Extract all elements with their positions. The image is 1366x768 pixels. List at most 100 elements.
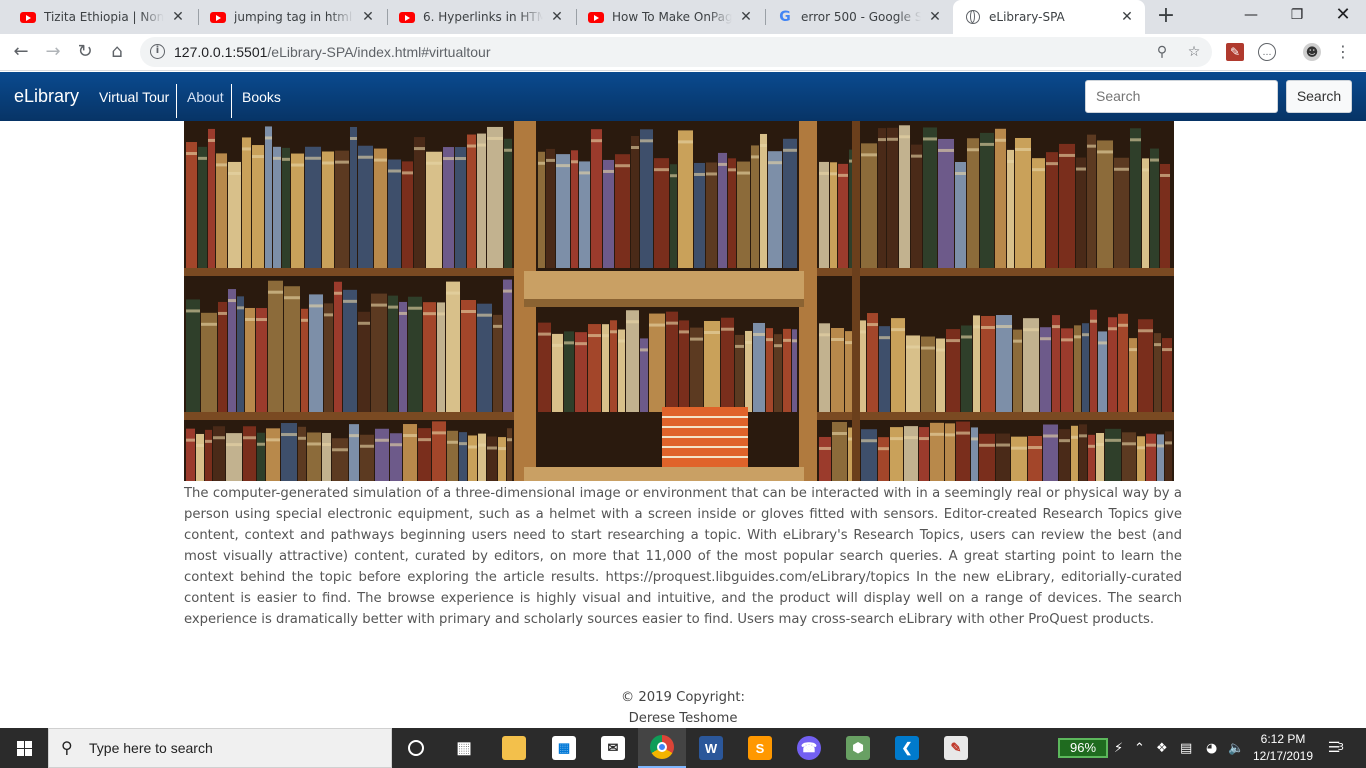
close-icon[interactable]: ✕ — [360, 9, 376, 25]
book-spine-band — [1097, 150, 1113, 154]
start-button[interactable] — [0, 728, 48, 768]
close-icon[interactable]: ✕ — [738, 9, 754, 25]
address-bar[interactable]: i 127.0.0.1:5501/eLibrary-SPA/index.html… — [140, 37, 1212, 67]
back-arrow-icon[interactable]: ← — [8, 39, 34, 65]
taskbar-chrome[interactable] — [638, 728, 686, 768]
taskbar-search-placeholder: Type here to search — [89, 740, 213, 756]
profile-avatar-icon[interactable]: ☻ — [1303, 43, 1321, 61]
book-spine — [718, 152, 727, 268]
book-spine — [388, 159, 401, 268]
tab-tizita[interactable]: Tizita Ethiopia | Non-Stop ✕ — [8, 0, 196, 34]
book-spine — [284, 286, 300, 412]
taskbar-file-explorer[interactable] — [490, 728, 538, 768]
book-spine-band — [955, 171, 966, 175]
book-spine — [266, 428, 280, 481]
reload-icon[interactable]: ↻ — [72, 39, 98, 65]
taskbar-search-box[interactable]: ⚲ Type here to search — [48, 728, 392, 768]
tab-onpage-anchor[interactable]: How To Make OnPage Anchor ✕ — [576, 0, 764, 34]
book-spine — [610, 320, 617, 412]
taskbar-clock[interactable]: 6:12 PM 12/17/2019 — [1248, 731, 1318, 765]
search-button[interactable]: Search — [1286, 80, 1352, 113]
pdf-extension-icon[interactable]: ✎ — [1226, 43, 1244, 61]
book-spine-band — [301, 318, 308, 322]
window-close-button[interactable]: ✕ — [1320, 0, 1366, 30]
book-spine-band — [446, 291, 460, 295]
taskbar-paint[interactable]: ✎ — [932, 728, 980, 768]
menu-kebab-icon[interactable]: ⋮ — [1334, 43, 1352, 61]
book-spine-band — [432, 431, 446, 435]
bookmark-star-icon[interactable]: ☆ — [1184, 42, 1204, 62]
book-spine-band — [678, 140, 693, 144]
node-icon: ⬢ — [846, 736, 870, 760]
book-spine-band — [591, 139, 602, 143]
notification-center-icon[interactable]: ☰ 3 — [1322, 736, 1346, 760]
book-spine-band — [243, 436, 256, 440]
zoom-icon[interactable]: ⚲ — [1152, 42, 1172, 62]
taskbar-mail[interactable]: ✉ — [589, 728, 637, 768]
volume-icon[interactable]: 🔈 — [1228, 728, 1244, 768]
task-view-button[interactable]: ▦ — [440, 728, 488, 768]
site-info-icon[interactable]: i — [150, 44, 165, 59]
close-icon[interactable]: ✕ — [927, 9, 943, 25]
show-hidden-icons-chevron-icon[interactable]: ⌃ — [1134, 728, 1145, 768]
network-icon[interactable]: ▤ — [1180, 728, 1192, 768]
minimize-button[interactable]: — — [1228, 0, 1274, 30]
book-spine-band — [879, 336, 890, 340]
book-spine-band — [1013, 339, 1022, 343]
nav-about[interactable]: About — [180, 84, 232, 118]
tab-google-search[interactable]: G error 500 - Google Search ✕ — [765, 0, 953, 34]
taskbar-node[interactable]: ⬢ — [834, 728, 882, 768]
address-url[interactable]: 127.0.0.1:5501/eLibrary-SPA/index.html#v… — [174, 44, 490, 60]
tab-hyperlinks[interactable]: 6. Hyperlinks in HTML 5 ✕ — [387, 0, 575, 34]
book-spine-band — [783, 338, 791, 342]
close-icon[interactable]: ✕ — [1119, 9, 1135, 25]
book-spine-band — [459, 442, 467, 446]
browser-tab-strip: Tizita Ethiopia | Non-Stop ✕ jumping tag… — [0, 0, 1366, 34]
taskbar-vscode[interactable]: ❮ — [883, 728, 931, 768]
book-spine-band — [1043, 434, 1058, 438]
book-spine — [878, 437, 889, 481]
book-spine — [477, 133, 486, 268]
tab-elibrary-spa[interactable]: eLibrary-SPA ✕ — [953, 0, 1145, 34]
tab-jumping-tag[interactable]: jumping tag in html - YouTube ✕ — [198, 0, 386, 34]
book-spine-band — [666, 321, 678, 325]
book-spine — [503, 279, 512, 412]
extension-icon[interactable]: … — [1258, 43, 1276, 61]
wifi-icon[interactable]: ◕ — [1206, 728, 1217, 768]
close-icon[interactable]: ✕ — [549, 9, 565, 25]
book-spine-band — [890, 437, 903, 441]
taskbar-store[interactable]: ▦ — [540, 728, 588, 768]
book-spine-band — [906, 345, 920, 349]
book-spine-band — [602, 334, 609, 338]
taskbar-sublime[interactable]: S — [736, 728, 784, 768]
forward-arrow-icon[interactable]: → — [40, 39, 66, 65]
book-spine — [911, 144, 922, 268]
book-spine — [751, 145, 759, 268]
book-spine — [437, 302, 445, 412]
close-icon[interactable]: ✕ — [170, 9, 186, 25]
notification-count: 3 — [1337, 742, 1344, 753]
book-spine — [322, 151, 334, 268]
book-spine-band — [461, 309, 476, 313]
home-icon[interactable]: ⌂ — [104, 39, 130, 65]
cortana-button[interactable] — [392, 728, 440, 768]
nav-virtual-tour[interactable]: Virtual Tour — [92, 84, 178, 118]
book-spine-band — [208, 138, 215, 142]
youtube-icon — [399, 9, 415, 25]
battery-indicator[interactable]: 96% — [1058, 738, 1108, 758]
nav-books[interactable]: Books — [235, 84, 288, 118]
new-tab-button[interactable]: + — [1154, 5, 1178, 29]
book-spine-band — [774, 344, 782, 348]
taskbar-viber[interactable]: ☎ — [785, 728, 833, 768]
brand-logo[interactable]: eLibrary — [14, 86, 79, 107]
restore-button[interactable]: ❐ — [1274, 0, 1320, 30]
book-spine-band — [282, 157, 290, 161]
book-spine-band — [1088, 444, 1095, 448]
dropbox-icon[interactable]: ❖ — [1156, 728, 1168, 768]
taskbar-word[interactable]: W — [687, 728, 735, 768]
book-spine-band — [198, 156, 207, 160]
power-plug-icon[interactable]: ⚡ — [1114, 728, 1123, 768]
book-spine-band — [1118, 323, 1128, 327]
search-input[interactable]: Search — [1085, 80, 1278, 113]
book-spine-band — [399, 311, 407, 315]
